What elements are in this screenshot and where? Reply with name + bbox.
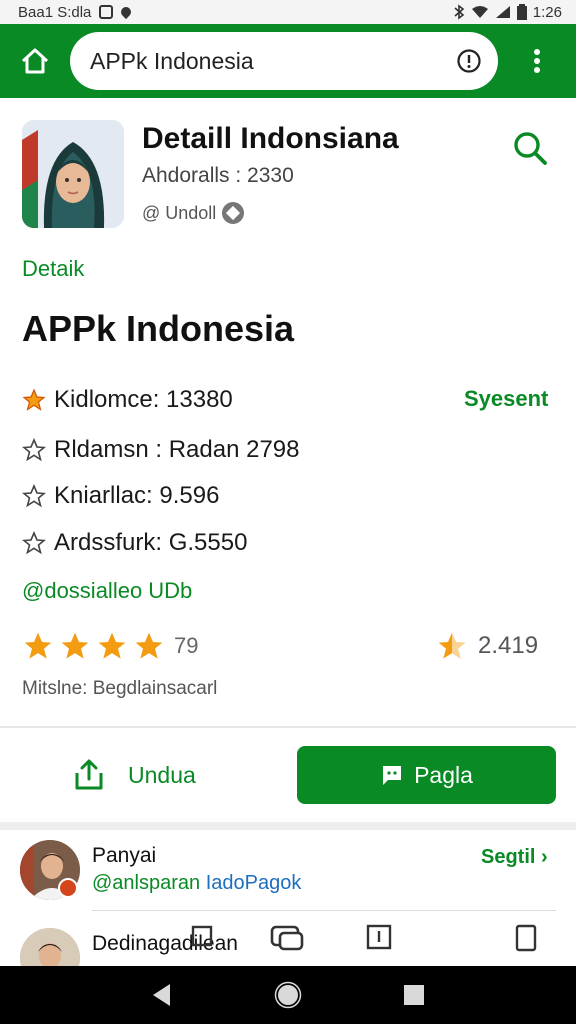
star-outline-icon bbox=[22, 531, 46, 555]
section-title: APPk Indonesia bbox=[22, 308, 295, 349]
star-outline-icon bbox=[22, 484, 46, 508]
notification-icon bbox=[99, 5, 114, 19]
stat-label: Rldamsn : Radan 2798 bbox=[54, 436, 300, 463]
stat-row: Ardssfurk: G.5550 bbox=[22, 527, 247, 559]
location-icon bbox=[119, 4, 134, 20]
status-time-left: Baa1 S:dla bbox=[18, 3, 92, 21]
list-item-action[interactable]: Segtil › bbox=[481, 846, 548, 869]
notification-badge bbox=[58, 878, 78, 898]
phone-icon[interactable] bbox=[514, 924, 538, 952]
devices-icon[interactable] bbox=[268, 924, 306, 952]
primary-action-label: Pagla bbox=[414, 761, 473, 788]
overflow-menu-button[interactable] bbox=[498, 24, 576, 98]
info-box-icon[interactable] bbox=[366, 924, 392, 950]
chat-icon bbox=[383, 766, 402, 785]
stat-label: Kniarllac: 9.596 bbox=[54, 482, 220, 509]
app-subtitle: Ahdoralls : 2330 bbox=[142, 164, 294, 187]
rating-star-icon bbox=[61, 632, 89, 659]
rating-star-icon bbox=[135, 632, 163, 659]
verified-badge-icon bbox=[222, 202, 245, 224]
system-navigation-bar bbox=[0, 966, 576, 1024]
signal-icon bbox=[495, 6, 510, 18]
divider bbox=[92, 910, 556, 911]
recents-icon[interactable] bbox=[402, 983, 426, 1007]
rating-value: 2.419 bbox=[478, 632, 539, 659]
list-item-handle-link[interactable]: IadoPagok bbox=[206, 872, 302, 894]
meta-line: Mitslne: Begdlainsacarl bbox=[22, 678, 218, 699]
home-icon bbox=[21, 48, 49, 74]
stat-label: Kidlomce: 13380 bbox=[54, 386, 233, 413]
stat-row: Kidlomce: 13380 bbox=[22, 384, 233, 416]
more-vert-icon bbox=[534, 49, 540, 73]
bottom-toolbar bbox=[0, 920, 576, 960]
list-item-name: Panyai bbox=[92, 844, 157, 867]
rating-summary: 2.419 bbox=[436, 626, 538, 666]
app-avatar bbox=[22, 120, 124, 228]
info-icon[interactable] bbox=[456, 48, 482, 74]
share-label: Undua bbox=[128, 761, 196, 788]
wifi-icon bbox=[471, 6, 488, 18]
home-circle-icon[interactable] bbox=[274, 981, 302, 1009]
star-half-icon bbox=[438, 632, 466, 659]
search-icon[interactable] bbox=[508, 126, 552, 170]
rating-star-icon bbox=[24, 632, 52, 659]
rating-count: 79 bbox=[174, 633, 199, 658]
battery-icon bbox=[516, 4, 527, 20]
list-item[interactable]: Panyai @anlsparan IadoPagok Segtil › bbox=[0, 830, 576, 910]
stat-label: Ardssfurk: G.5550 bbox=[54, 529, 248, 556]
share-button[interactable]: Undua bbox=[72, 752, 196, 798]
back-icon[interactable] bbox=[150, 982, 174, 1008]
rating-star-icon bbox=[98, 632, 126, 659]
list-item-handle[interactable]: @anlsparan IadoPagok bbox=[92, 872, 301, 895]
rating-stars: 79 bbox=[22, 626, 198, 666]
stat-row: Rldamsn : Radan 2798 bbox=[22, 434, 299, 466]
star-outline-icon bbox=[22, 438, 46, 462]
url-text[interactable]: APPk Indonesia bbox=[90, 48, 456, 75]
share-icon bbox=[75, 759, 103, 790]
app-header: Detaill Indonsiana Ahdoralls : 2330 @ Un… bbox=[0, 98, 576, 248]
section-divider bbox=[0, 822, 576, 830]
developer-handle-link[interactable]: @dossialleo UDb bbox=[22, 578, 192, 604]
app-title: Detaill Indonsiana bbox=[142, 122, 399, 155]
star-filled-icon bbox=[22, 388, 46, 411]
stats-see-all-link[interactable]: Syesent bbox=[464, 386, 548, 412]
action-bar: Undua Pagla bbox=[0, 728, 576, 822]
url-bar[interactable]: APPk Indonesia bbox=[70, 32, 498, 90]
app-meta: @ Undoll bbox=[142, 202, 245, 224]
list-item-handle-prefix: @anlsparan bbox=[92, 872, 206, 894]
stat-row: Kniarllac: 9.596 bbox=[22, 480, 219, 512]
status-time-right: 1:26 bbox=[532, 3, 562, 21]
browser-toolbar: APPk Indonesia bbox=[0, 24, 576, 98]
home-button[interactable] bbox=[0, 24, 70, 98]
status-bar: Baa1 S:dla 1:26 bbox=[0, 0, 576, 24]
tab-icon[interactable] bbox=[190, 924, 214, 948]
section-label: Detaik bbox=[22, 256, 85, 281]
app-meta-text: @ Undoll bbox=[142, 202, 217, 223]
primary-action-button[interactable]: Pagla bbox=[297, 746, 556, 804]
bluetooth-icon bbox=[454, 4, 465, 20]
